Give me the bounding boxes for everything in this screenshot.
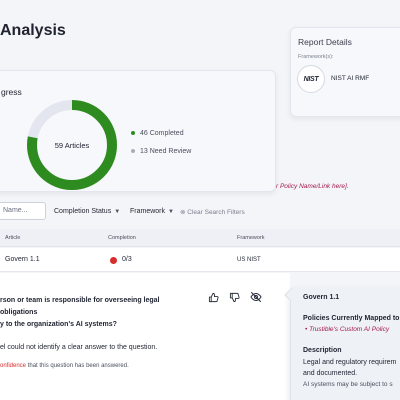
description-line-1: Legal and regulatory requirem [303,359,397,366]
framework-dropdown[interactable]: Framework ▼ [130,208,174,215]
policy-list-item[interactable]: • Trustible's Custom AI Policy [305,326,389,333]
column-header-framework[interactable]: Framework [237,235,265,241]
progress-donut: 59 Articles [27,100,117,190]
framework-filter-label: Framework [130,208,166,215]
completion-status-dropdown[interactable]: Completion Status ▼ [54,208,120,215]
description-label: Description [303,347,342,354]
legend-item-review: 13 Need Review [131,147,191,155]
legend-item-completed: 46 Completed [131,129,191,137]
question-line-1: rson or team is responsible for overseei… [0,297,160,316]
description-line-3: AI systems may be subject to s [303,381,393,388]
row-article: Govern 1.1 [5,256,40,263]
nist-logo: NIST [297,65,325,93]
row-framework: US NIST [237,257,261,263]
answer-text: el could not identify a clear answer to … [0,344,158,351]
table-header: Article Completion Framework [0,229,400,247]
app-page: Analysis gress 59 Articles 46 Completed … [0,0,400,400]
framework-label: Framework(s): [298,54,334,60]
confidence-rest: that this question has been answered. [26,363,129,369]
policy-link[interactable]: r Policy Name/Link here]. [276,183,349,190]
progress-card-title: gress [1,87,22,97]
article-name-search-input[interactable]: Name... [0,202,46,220]
policy-item-link[interactable]: Trustible's Custom AI Policy [309,326,389,333]
framework-name: NIST AI RMF [331,75,370,82]
legend-completed-label: 46 Completed [140,129,184,137]
progress-legend: 46 Completed 13 Need Review [131,129,191,165]
clear-filters-label: Clear Search Filters [187,209,245,216]
report-details-title: Report Details [298,37,352,47]
clear-icon: ⊗ [180,209,186,216]
side-panel-title: Govern 1.1 [303,294,340,301]
completed-dot-icon [131,131,135,135]
confidence-highlight: onfidence [0,363,27,369]
donut-center-label: 59 Articles [55,141,90,150]
eye-off-icon[interactable] [249,290,263,304]
legend-review-label: 13 Need Review [140,147,192,155]
completion-status-label: Completion Status [54,208,112,215]
chevron-down-icon: ▼ [114,209,121,215]
page-title: Analysis [0,22,66,39]
description-line-2: and documented. [303,370,358,377]
column-header-completion[interactable]: Completion [108,235,136,241]
review-dot-icon [131,149,135,153]
thumbs-down-icon[interactable] [227,290,241,304]
chevron-down-icon: ▼ [168,209,174,215]
column-header-article[interactable]: Article [5,235,20,241]
table-row[interactable]: Govern 1.1 0/3 US NIST [0,248,400,272]
thumbs-up-icon[interactable] [206,290,220,304]
question-text: rson or team is responsible for overseei… [0,295,190,331]
row-completion: 0/3 [122,256,132,263]
status-dot-icon [110,257,117,264]
filter-bar: Name... Completion Status ▼ Framework ▼ ⊗ … [0,200,400,222]
article-detail: rson or team is responsible for overseei… [0,273,290,400]
clear-filters-button[interactable]: ⊗ Clear Search Filters [180,208,245,216]
article-side-panel: Govern 1.1 Policies Currently Mapped to … [284,287,400,400]
policies-mapped-label: Policies Currently Mapped to [303,315,400,322]
question-line-2: y to the organization's AI systems? [0,321,117,328]
progress-card: gress 59 Articles 46 Completed 13 Need R… [0,70,276,192]
report-details-card: Report Details Framework(s): NIST NIST A… [290,27,400,117]
confidence-text: onfidence that this question has been an… [0,363,129,369]
